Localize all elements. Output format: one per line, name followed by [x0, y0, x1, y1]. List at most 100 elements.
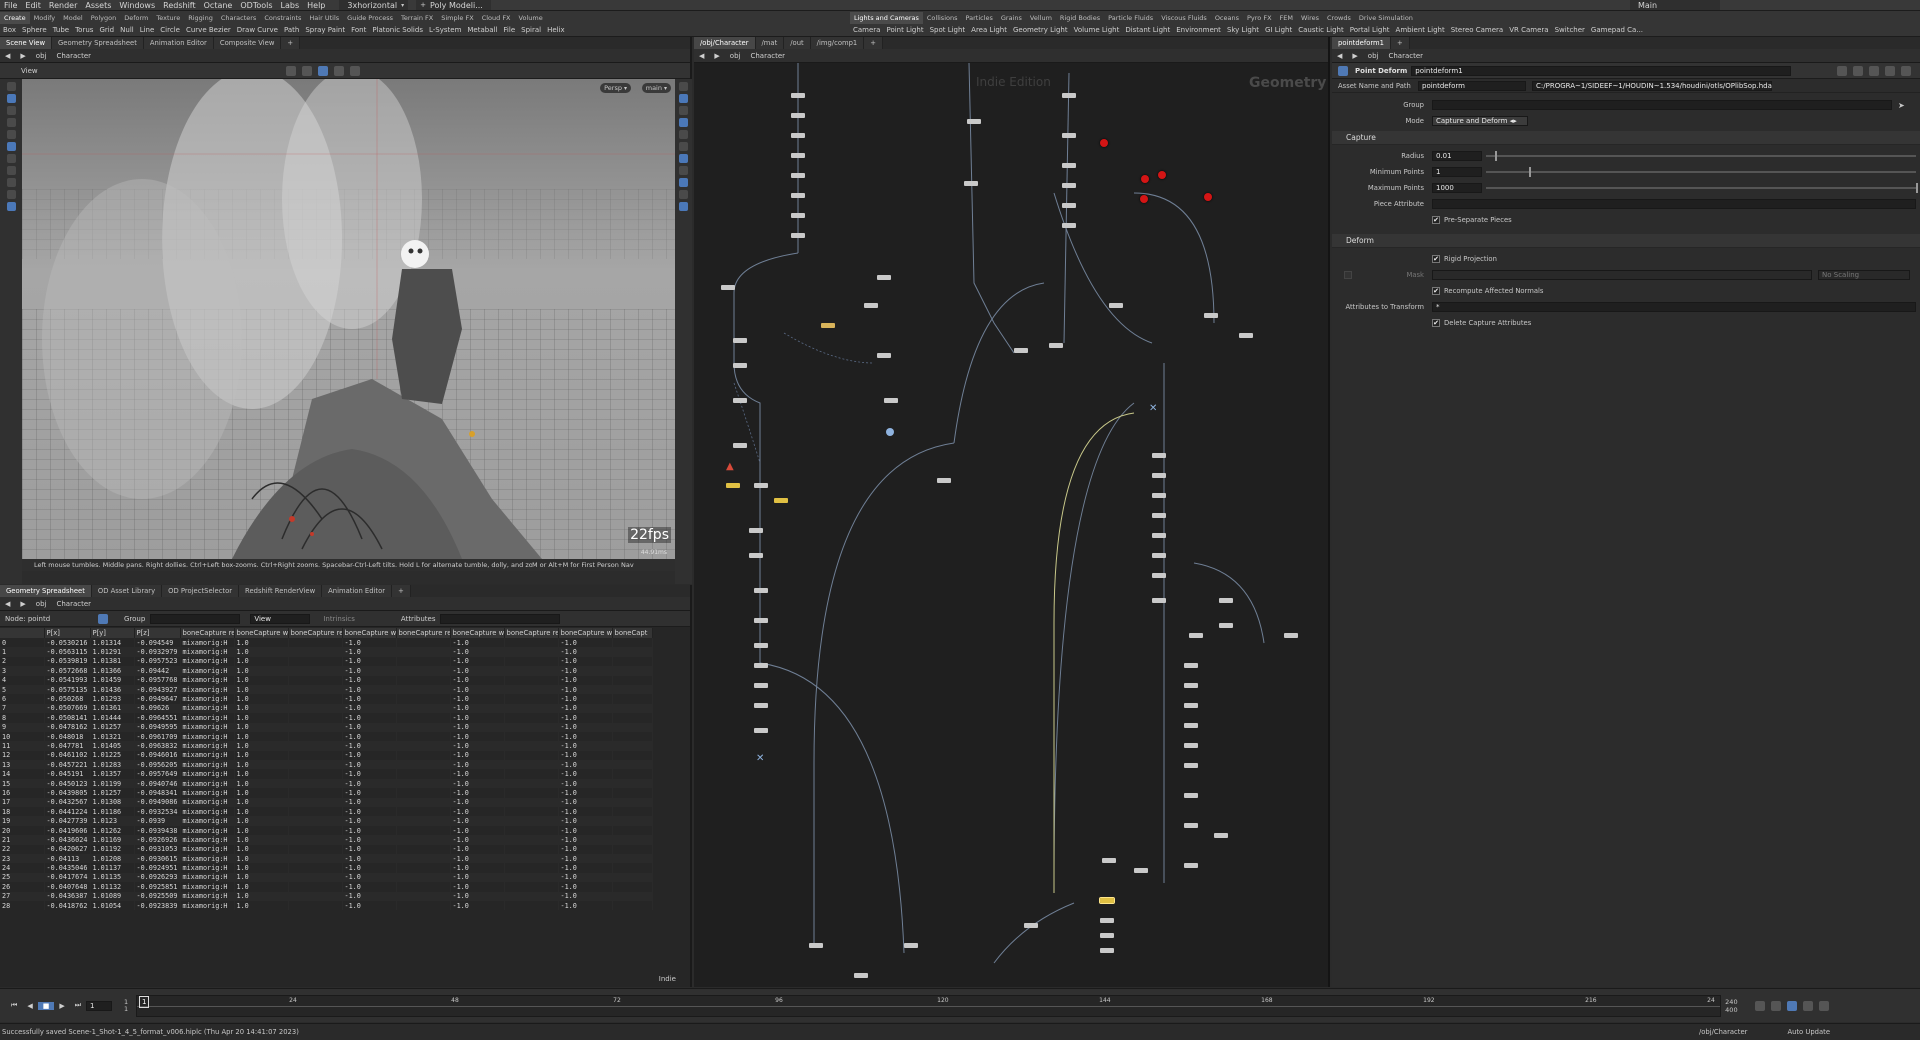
- stop-icon[interactable]: ■: [37, 1001, 55, 1010]
- help-icon[interactable]: [1853, 65, 1863, 76]
- table-row[interactable]: 17 -0.0432567 1.01308 -0.0949086 mixamorig:H…: [0, 797, 653, 808]
- network-node[interactable]: [904, 943, 918, 948]
- menu-assets[interactable]: Assets: [81, 1, 115, 10]
- network-node[interactable]: [791, 93, 805, 98]
- shelf-tab-volume[interactable]: Volume: [515, 12, 547, 24]
- noscaling-select[interactable]: No Scaling: [1818, 270, 1910, 280]
- back-arrow-icon[interactable]: ◀: [1332, 52, 1347, 60]
- shelf-tool-platonic-solids[interactable]: Platonic Solids: [369, 26, 426, 34]
- shelf-tab-particles[interactable]: Particles: [961, 12, 996, 24]
- column-header[interactable]: P[z]: [134, 628, 181, 638]
- shelf-tool-null[interactable]: Null: [117, 26, 137, 34]
- menu-edit[interactable]: Edit: [21, 1, 45, 10]
- table-row[interactable]: 18 -0.0441224 1.01186 -0.0932534 mixamorig:H…: [0, 807, 653, 817]
- shelf-tool-box[interactable]: Box: [0, 26, 19, 34]
- column-header[interactable]: [0, 628, 45, 638]
- asset-name-field[interactable]: pointdeform: [1418, 80, 1526, 91]
- merge-node-icon[interactable]: ✕: [1149, 403, 1157, 414]
- network-node[interactable]: [754, 683, 768, 688]
- network-node[interactable]: [791, 153, 805, 158]
- path-obj[interactable]: obj: [31, 600, 52, 608]
- shelf-tool-sky-light[interactable]: Sky Light: [1224, 26, 1262, 34]
- lock-camera-icon[interactable]: [679, 82, 688, 91]
- mode-select[interactable]: Capture and Deform ◂▸: [1432, 116, 1528, 126]
- error-node-icon[interactable]: [1100, 139, 1108, 147]
- shelf-tab-rigid-bodies[interactable]: Rigid Bodies: [1056, 12, 1104, 24]
- shelf-tool-spiral[interactable]: Spiral: [518, 26, 544, 34]
- network-node[interactable]: [1219, 623, 1233, 628]
- network-node[interactable]: [821, 323, 835, 328]
- attrs-field[interactable]: *: [1432, 302, 1916, 312]
- network-node[interactable]: [1109, 303, 1123, 308]
- shelf-tool-environment[interactable]: Environment: [1173, 26, 1224, 34]
- table-row[interactable]: 21 -0.0436024 1.01169 -0.0926926 mixamorig:H…: [0, 835, 653, 845]
- shelf-tool-ambient-light[interactable]: Ambient Light: [1393, 26, 1448, 34]
- shelf-tool-metaball[interactable]: Metaball: [464, 26, 500, 34]
- shelf-tab-constraints[interactable]: Constraints: [260, 12, 305, 24]
- tab-scene-view[interactable]: Scene View: [0, 37, 53, 49]
- shelf-set-selector[interactable]: + Poly Modeli...: [416, 0, 491, 10]
- network-node[interactable]: [754, 703, 768, 708]
- search-icon[interactable]: [1869, 65, 1879, 76]
- network-node[interactable]: [749, 528, 763, 533]
- lock-icon[interactable]: [1901, 65, 1911, 76]
- render-region-icon[interactable]: [6, 202, 16, 211]
- shelf-tool-point-light[interactable]: Point Light: [883, 26, 926, 34]
- magnet-tool-icon[interactable]: [6, 166, 16, 175]
- network-node[interactable]: [854, 973, 868, 978]
- table-row[interactable]: 6 -0.050268 1.01293 -0.0949647 mixamorig:H 1.…: [0, 694, 653, 704]
- path-character[interactable]: Character: [51, 600, 96, 608]
- network-node[interactable]: [754, 728, 768, 733]
- shelf-tool-gamepad-ca[interactable]: Gamepad Ca...: [1588, 26, 1646, 34]
- grid-icon[interactable]: [301, 65, 312, 76]
- rigid-checkbox[interactable]: ✔: [1432, 255, 1440, 263]
- shelf-tool-curve-bezier[interactable]: Curve Bezier: [183, 26, 234, 34]
- shelf-tab-lights-and-cameras[interactable]: Lights and Cameras: [850, 11, 923, 24]
- network-node[interactable]: [791, 233, 805, 238]
- column-header[interactable]: boneCapture re: [396, 628, 451, 638]
- shelf-tab-fem[interactable]: FEM: [1276, 12, 1297, 24]
- menu-labs[interactable]: Labs: [277, 1, 304, 10]
- minpts-slider-handle[interactable]: [1529, 167, 1531, 177]
- attributes-label[interactable]: Attributes: [396, 615, 441, 623]
- shelf-tab-create[interactable]: Create: [0, 11, 30, 24]
- back-arrow-icon[interactable]: ◀: [694, 52, 709, 60]
- key-icon[interactable]: [1770, 1000, 1781, 1011]
- network-node[interactable]: [1239, 333, 1253, 338]
- column-header[interactable]: boneCapture re: [180, 628, 235, 638]
- shelf-tool-volume-light[interactable]: Volume Light: [1071, 26, 1123, 34]
- step-back-icon[interactable]: ◀: [22, 1002, 37, 1010]
- shelf-tool-camera[interactable]: Camera: [850, 26, 883, 34]
- points-mode-icon[interactable]: [98, 613, 108, 624]
- move-tool-icon[interactable]: [6, 94, 16, 103]
- camera-menu[interactable]: main ▾: [641, 83, 671, 93]
- shelf-tool-torus[interactable]: Torus: [72, 26, 96, 34]
- network-node[interactable]: [791, 113, 805, 118]
- snap-icon[interactable]: [285, 65, 296, 76]
- menu-octane[interactable]: Octane: [200, 1, 237, 10]
- network-node[interactable]: [1062, 163, 1076, 168]
- column-header[interactable]: P[y]: [90, 628, 135, 638]
- table-row[interactable]: 4 -0.0541993 1.01459 -0.0957768 mixamorig:H 1…: [0, 675, 653, 685]
- shelf-tab-guide-process[interactable]: Guide Process: [343, 12, 397, 24]
- network-node[interactable]: [1152, 573, 1166, 578]
- table-row[interactable]: 28 -0.0418762 1.01054 -0.0923839 mixamorig:H…: [0, 900, 653, 911]
- asset-path-field[interactable]: C:/PROGRA~1/SIDEEF~1/HOUDIN~1.534/houdin…: [1532, 80, 1772, 91]
- network-node[interactable]: [1134, 868, 1148, 873]
- network-node[interactable]: [791, 133, 805, 138]
- network-node[interactable]: [1184, 703, 1198, 708]
- menu-render[interactable]: Render: [45, 1, 81, 10]
- network-node[interactable]: [1184, 723, 1198, 728]
- network-canvas[interactable]: Indie Edition Geometry ✕ ✕ ▲: [694, 63, 1330, 987]
- shelf-tab-drive-simulation[interactable]: Drive Simulation: [1355, 12, 1417, 24]
- shelf-tool-grid[interactable]: Grid: [96, 26, 117, 34]
- network-node[interactable]: [1062, 183, 1076, 188]
- shelf-tool-spray-paint[interactable]: Spray Paint: [302, 26, 348, 34]
- link-icon[interactable]: [1885, 65, 1895, 76]
- deform-section[interactable]: Deform: [1332, 234, 1920, 248]
- network-node[interactable]: [1204, 313, 1218, 318]
- radius-slider-handle[interactable]: [1494, 151, 1497, 161]
- path-obj[interactable]: obj: [725, 52, 746, 60]
- camera-icon[interactable]: [349, 65, 360, 76]
- handle-tool-icon[interactable]: [6, 130, 16, 139]
